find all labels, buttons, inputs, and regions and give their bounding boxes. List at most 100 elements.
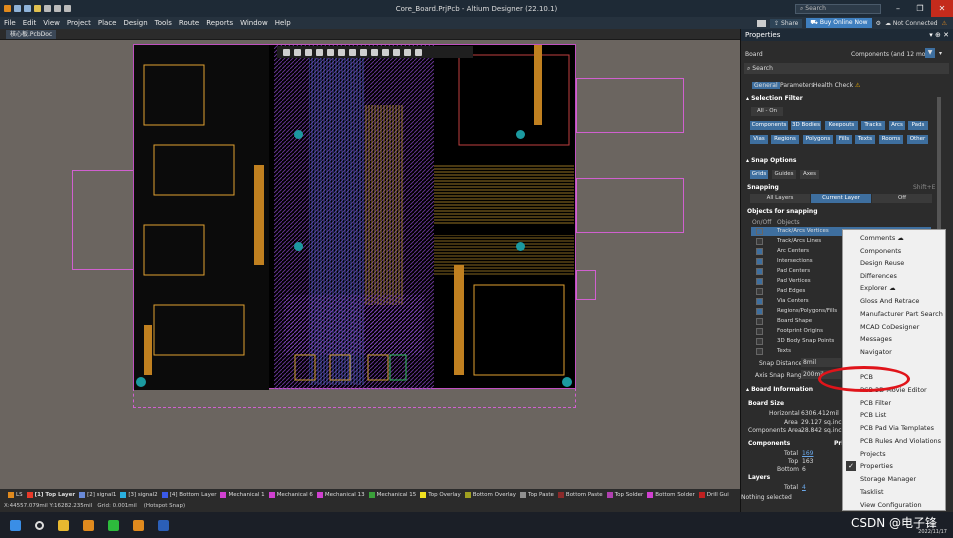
redo-icon[interactable]: [64, 5, 71, 12]
windows-start-icon[interactable]: [10, 519, 21, 531]
menu-item-comments[interactable]: Comments ☁: [860, 234, 904, 242]
panel-search-input[interactable]: ⌕ Search: [744, 63, 949, 74]
undo-icon[interactable]: [54, 5, 61, 12]
place-via-icon[interactable]: [360, 48, 367, 56]
filter-texts-button[interactable]: Texts: [855, 135, 875, 144]
layer-tab[interactable]: [2] signal1: [79, 491, 116, 498]
layer-tab[interactable]: Mechanical 15: [368, 491, 416, 498]
menu-item-view-configuration[interactable]: View Configuration: [860, 501, 922, 509]
menu-route[interactable]: Route: [179, 19, 199, 27]
layer-tab[interactable]: Bottom Paste: [557, 491, 603, 498]
snap-current-layer-button[interactable]: Current Layer: [811, 194, 871, 203]
place-fill-icon[interactable]: [371, 48, 378, 56]
layer-tab[interactable]: Drill Gui: [698, 491, 729, 498]
menu-item-pcb-list[interactable]: PCB List: [860, 411, 886, 419]
wechat-icon[interactable]: [108, 519, 119, 531]
filter-3d-bodies-button[interactable]: 3D Bodies: [791, 121, 821, 130]
layer-tab[interactable]: LS: [8, 491, 23, 498]
minimize-button[interactable]: –: [887, 0, 909, 17]
snap-axes-button[interactable]: Axes: [800, 170, 819, 179]
tab-general[interactable]: General: [752, 82, 780, 89]
snap-checkbox[interactable]: [756, 238, 763, 245]
snap-checkbox[interactable]: [756, 288, 763, 295]
snap-checkbox[interactable]: [756, 268, 763, 275]
layers-total-link[interactable]: 4: [802, 484, 806, 491]
pcb-board[interactable]: [133, 44, 576, 390]
panel-pin-close-icon[interactable]: ▾ ⊕ ✕: [929, 29, 949, 41]
settings-gear-icon[interactable]: ⚙: [876, 20, 881, 27]
save-all-icon[interactable]: [24, 5, 31, 12]
menu-item-gloss-and-retrace[interactable]: Gloss And Retrace: [860, 297, 919, 305]
menu-item-explorer[interactable]: Explorer ☁: [860, 284, 896, 292]
place-icon[interactable]: [327, 48, 334, 56]
snap-checkbox[interactable]: [756, 258, 763, 265]
board-filter-dropdown[interactable]: Components (and 12 more): [851, 51, 934, 58]
layer-tab[interactable]: Bottom Solder: [647, 491, 695, 498]
layer-tab[interactable]: [1] Top Layer: [26, 491, 75, 498]
snap-checkbox[interactable]: [756, 308, 763, 315]
menu-item-pcb-pad-via-templates[interactable]: PCB Pad Via Templates: [860, 424, 934, 432]
menu-item-pcb-filter[interactable]: PCB Filter: [860, 399, 891, 407]
notification-icon[interactable]: ⚠: [942, 20, 947, 27]
layer-tab[interactable]: [4] Bottom Layer: [161, 491, 216, 498]
filter-vias-button[interactable]: Vias: [750, 135, 768, 144]
snap-all-layers-button[interactable]: All Layers: [750, 194, 810, 203]
snap-checkbox[interactable]: [756, 228, 763, 235]
layer-tab[interactable]: Top Overlay: [420, 491, 461, 498]
menu-edit[interactable]: Edit: [23, 19, 37, 27]
tab-pcbdoc[interactable]: 核心板.PcbDoc: [6, 30, 57, 39]
maximize-button[interactable]: ❐: [909, 0, 931, 17]
filter-keepouts-button[interactable]: Keepouts: [825, 121, 858, 130]
menu-item-tasklist[interactable]: Tasklist: [860, 488, 884, 496]
snap-checkbox[interactable]: [756, 328, 763, 335]
place-polygon-icon[interactable]: [382, 48, 389, 56]
menu-file[interactable]: File: [4, 19, 16, 27]
share-button[interactable]: ⇪ Share: [770, 18, 803, 28]
close-button[interactable]: ✕: [931, 0, 953, 17]
snap-checkbox[interactable]: [756, 248, 763, 255]
layer-tab[interactable]: Top Solder: [606, 491, 643, 498]
print-icon[interactable]: [44, 5, 51, 12]
tab-parameters[interactable]: Parameters: [780, 82, 814, 89]
menu-project[interactable]: Project: [67, 19, 91, 27]
menu-item-properties[interactable]: Properties: [860, 462, 893, 470]
snap-checkbox[interactable]: [756, 318, 763, 325]
measure-icon[interactable]: [404, 48, 411, 56]
menu-reports[interactable]: Reports: [206, 19, 233, 27]
menu-item-navigator[interactable]: Navigator: [860, 348, 892, 356]
altium-taskbar-icon-2[interactable]: [133, 519, 144, 531]
menu-design[interactable]: Design: [123, 19, 147, 27]
search-icon[interactable]: [35, 520, 44, 530]
menu-item-components[interactable]: Components: [860, 247, 901, 255]
layer-tab[interactable]: Bottom Overlay: [464, 491, 516, 498]
pcb-canvas[interactable]: [0, 40, 740, 489]
route-icon[interactable]: [294, 48, 301, 56]
open-icon[interactable]: [34, 5, 41, 12]
total-components-link[interactable]: 169: [802, 450, 813, 457]
snap-grids-button[interactable]: Grids: [750, 170, 768, 179]
menu-item-manufacturer-part-search[interactable]: Manufacturer Part Search: [860, 310, 943, 318]
select-icon[interactable]: [305, 48, 312, 56]
word-icon[interactable]: [158, 519, 169, 531]
altium-taskbar-icon[interactable]: [83, 519, 94, 531]
interactive-route-icon[interactable]: [338, 48, 345, 56]
all-on-button[interactable]: All - On: [751, 107, 783, 116]
menu-window[interactable]: Window: [240, 19, 268, 27]
tab-health-check[interactable]: Health Check ⚠: [813, 82, 860, 89]
snap-checkbox[interactable]: [756, 348, 763, 355]
filter-tracks-button[interactable]: Tracks: [861, 121, 885, 130]
buy-online-button[interactable]: ⛟ Buy Online Now: [806, 18, 872, 28]
align-icon[interactable]: [316, 48, 323, 56]
filter-polygons-button[interactable]: Polygons: [803, 135, 833, 144]
file-explorer-icon[interactable]: [58, 519, 69, 531]
filter-pads-button[interactable]: Pads: [908, 121, 928, 130]
filter-regions-button[interactable]: Regions: [771, 135, 799, 144]
snap-guides-button[interactable]: Guides: [772, 170, 796, 179]
layer-tab[interactable]: [3] signal2: [120, 491, 158, 498]
layer-tab[interactable]: Mechanical 6: [268, 491, 313, 498]
line-icon[interactable]: [415, 48, 422, 56]
layer-tab[interactable]: Top Paste: [520, 491, 554, 498]
menu-item-messages[interactable]: Messages: [860, 335, 892, 343]
place-text-icon[interactable]: [393, 48, 400, 56]
layer-tab[interactable]: Mechanical 1: [220, 491, 265, 498]
